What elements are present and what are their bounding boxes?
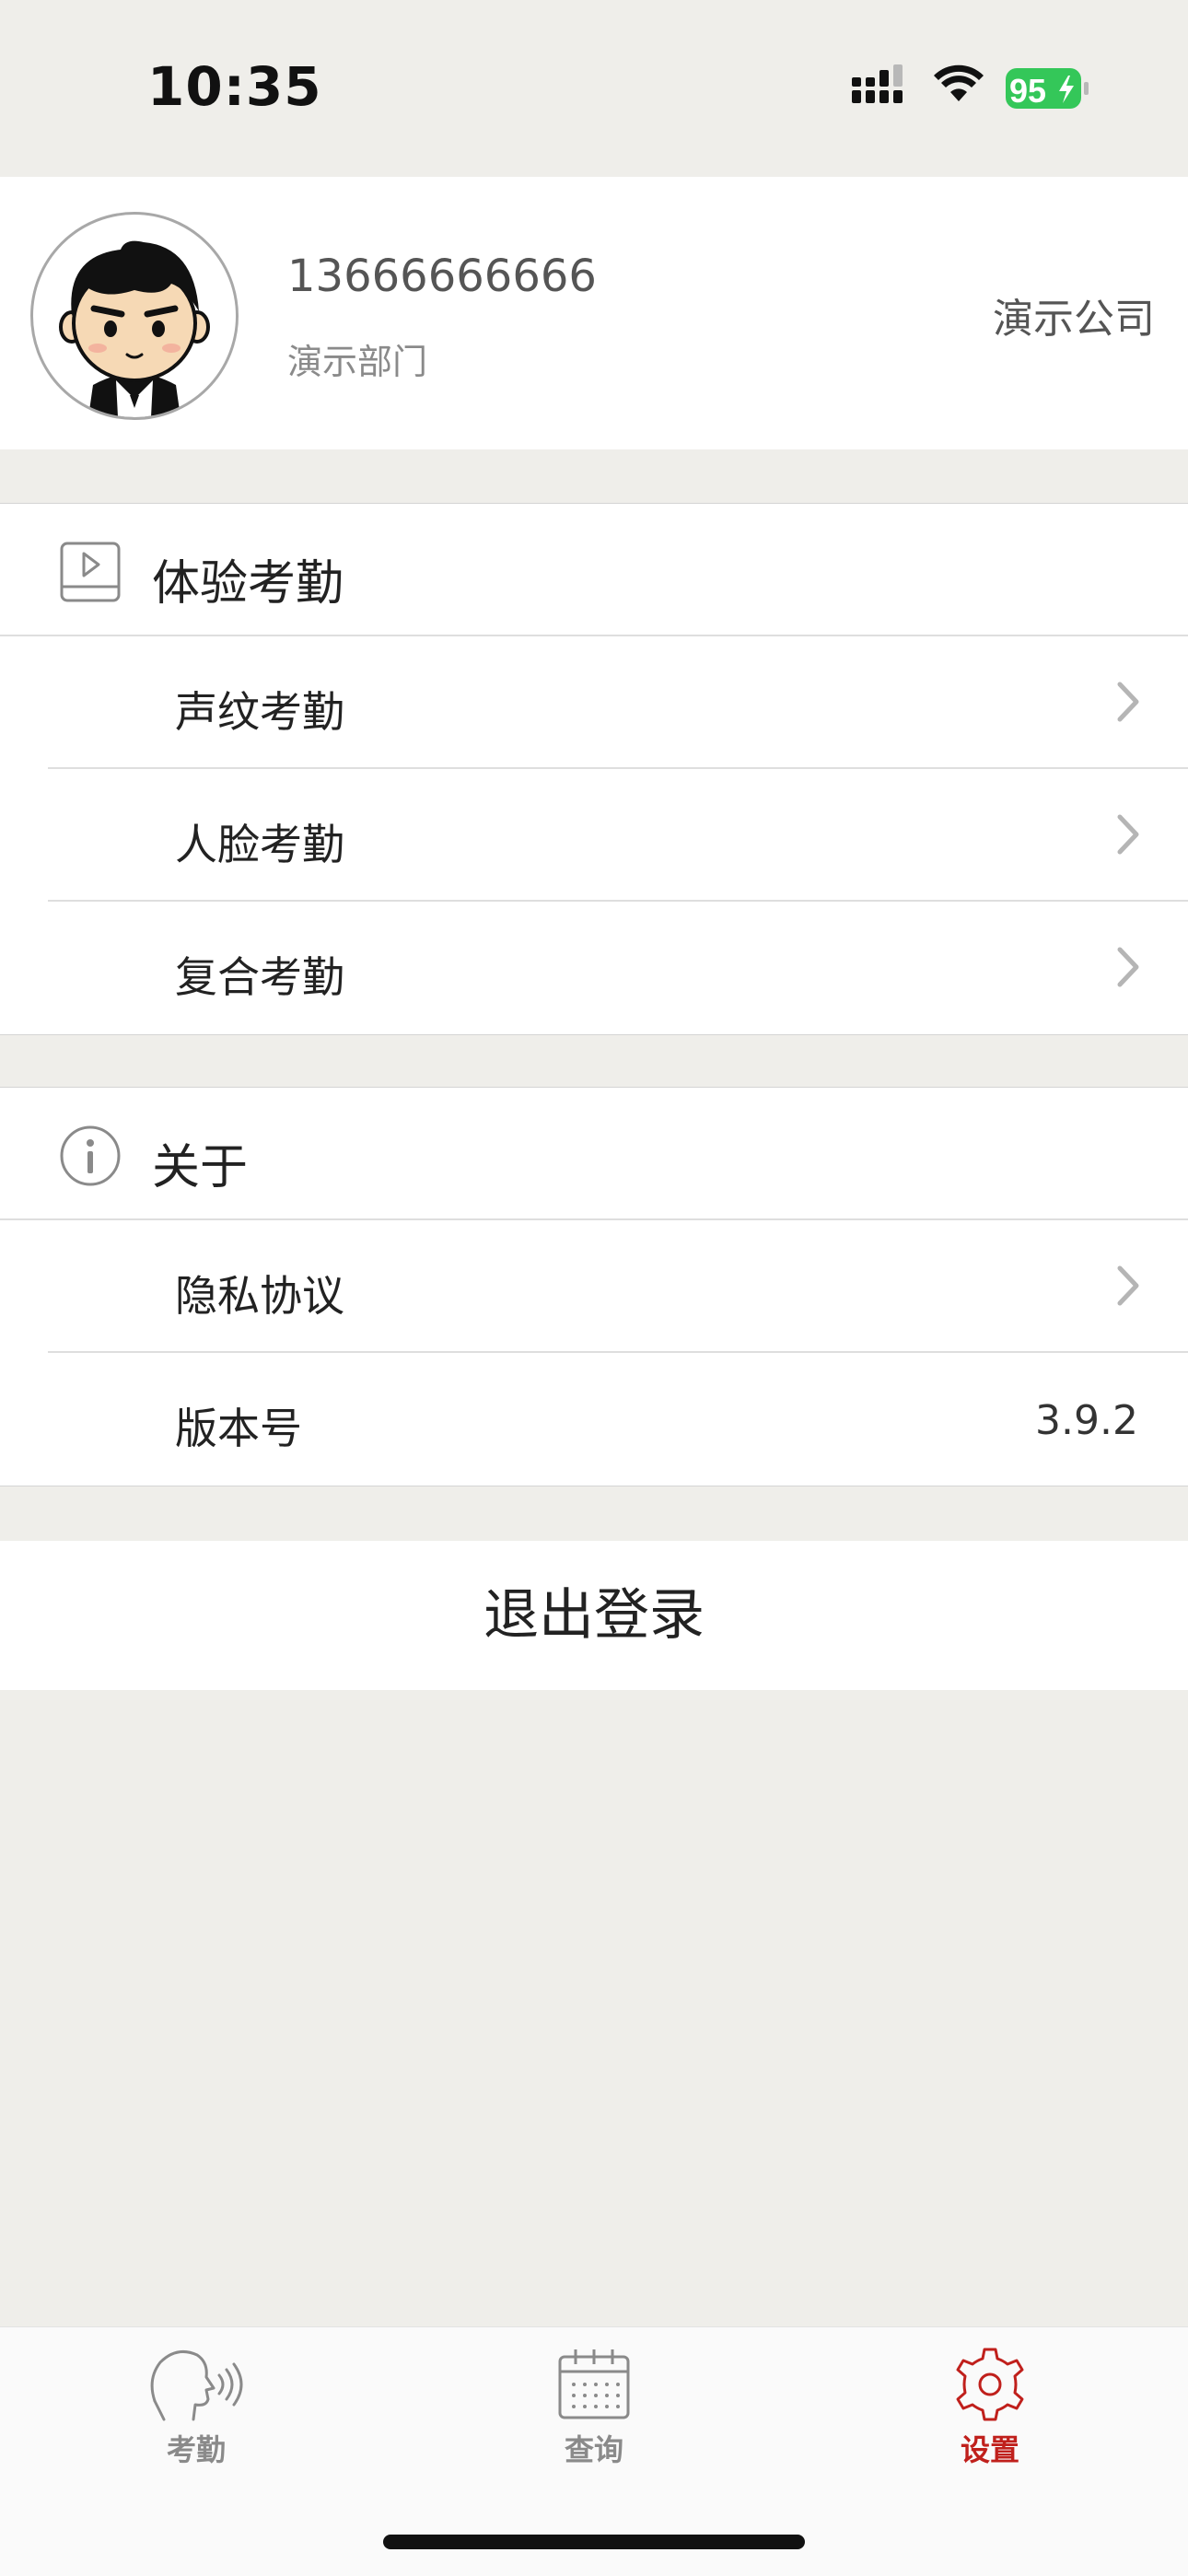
chevron-right-icon (1117, 682, 1139, 722)
voice-head-icon (150, 2349, 243, 2421)
row-label: 复合考勤 (175, 952, 344, 1002)
gear-icon (956, 2348, 1024, 2421)
logout-button[interactable]: 退出登录 (0, 1541, 1188, 1690)
section-about: 关于 隐私协议 版本号 3.9.2 (0, 1087, 1188, 1486)
row-privacy-policy[interactable]: 隐私协议 (48, 1220, 1188, 1353)
section-header-about: 关于 (0, 1088, 1188, 1220)
tab-attendance[interactable]: 考勤 (104, 2346, 288, 2512)
profile-card[interactable]: 13666666666 演示部门 演示公司 (0, 177, 1188, 449)
row-label: 声纹考勤 (175, 687, 344, 737)
status-icons: 95 (852, 64, 1089, 110)
profile-department: 演示部门 (287, 342, 428, 382)
tab-query[interactable]: 查询 (502, 2346, 686, 2512)
info-circle-icon (60, 1125, 121, 1186)
chevron-right-icon (1117, 1265, 1139, 1306)
row-face-attendance[interactable]: 人脸考勤 (48, 769, 1188, 902)
section-title-about: 关于 (152, 1140, 249, 1195)
battery-level: 95 (1009, 72, 1046, 110)
chevron-right-icon (1117, 947, 1139, 987)
row-label: 人脸考勤 (175, 820, 344, 869)
section-title-experience: 体验考勤 (152, 556, 344, 612)
status-bar: 10:35 95 (0, 0, 1188, 177)
row-composite-attendance[interactable]: 复合考勤 (48, 902, 1188, 1034)
status-time: 10:35 (147, 55, 322, 118)
row-label: 版本号 (175, 1404, 302, 1453)
cellular-signal-icon (852, 64, 903, 103)
avatar-illustration (59, 240, 210, 417)
profile-phone: 13666666666 (287, 251, 597, 302)
calendar-icon (558, 2349, 630, 2419)
row-label: 隐私协议 (175, 1271, 344, 1321)
home-indicator (383, 2535, 805, 2549)
tab-label: 查询 (564, 2432, 623, 2467)
section-experience: 体验考勤 声纹考勤 人脸考勤 复合考勤 (0, 503, 1188, 1035)
tab-label: 设置 (960, 2432, 1019, 2467)
version-value: 3.9.2 (1035, 1397, 1138, 1444)
chevron-right-icon (1117, 814, 1139, 855)
wifi-icon (934, 64, 984, 101)
avatar[interactable] (30, 212, 239, 420)
section-header-experience: 体验考勤 (0, 504, 1188, 636)
tab-settings[interactable]: 设置 (898, 2346, 1082, 2512)
play-card-icon (60, 542, 121, 602)
row-version: 版本号 3.9.2 (48, 1353, 1188, 1486)
tab-label: 考勤 (166, 2432, 226, 2467)
row-voiceprint-attendance[interactable]: 声纹考勤 (48, 636, 1188, 769)
profile-company: 演示公司 (993, 296, 1155, 343)
